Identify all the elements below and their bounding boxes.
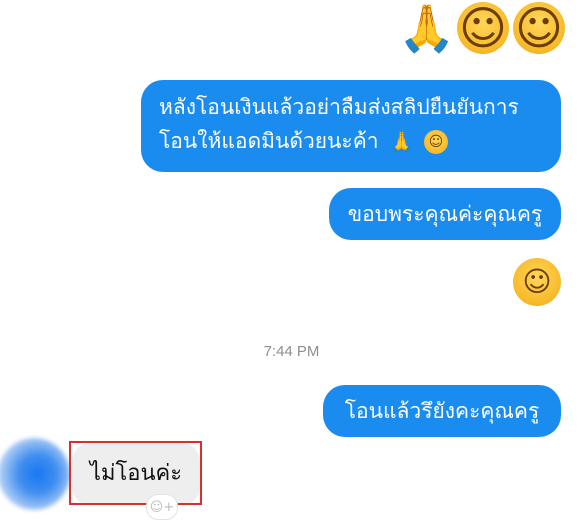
- smiling-face-icon: ☺: [513, 2, 565, 54]
- smiling-face-icon: ☺: [423, 130, 448, 154]
- outgoing-message-bubble[interactable]: หลังโอนเงินแล้วอย่าลืมส่งสลิปยืนยันการ โ…: [141, 80, 561, 172]
- message-text-line: หลังโอนเงินแล้วอย่าลืมส่งสลิปยืนยันการ: [159, 95, 519, 119]
- message-text: โอนให้แอดมินด้วยนะค้า: [159, 129, 379, 153]
- message-text: ขอบพระคุณค่ะคุณครู: [347, 202, 543, 226]
- highlight-box: [69, 441, 202, 505]
- message-text: โอนแล้วรึยังคะคุณครู: [344, 399, 540, 423]
- message-timestamp: 7:44 PM: [263, 343, 320, 360]
- folded-hands-icon: 🙏: [389, 130, 415, 154]
- message-text-line: โอนให้แอดมินด้วยนะค้า 🙏 ☺: [159, 124, 543, 158]
- avatar[interactable]: [0, 438, 70, 510]
- smiley-add-icon: ☺+: [149, 499, 175, 515]
- smiling-face-icon[interactable]: ☺: [513, 258, 561, 306]
- emoji-message-row[interactable]: 🙏 ☺ ☺: [398, 1, 565, 55]
- smiling-face-icon: ☺: [457, 2, 509, 54]
- outgoing-message-bubble[interactable]: ขอบพระคุณค่ะคุณครู: [329, 188, 561, 240]
- folded-hands-icon: 🙏: [398, 1, 456, 55]
- add-reaction-button[interactable]: ☺+: [146, 494, 178, 520]
- outgoing-message-bubble[interactable]: โอนแล้วรึยังคะคุณครู: [323, 385, 561, 437]
